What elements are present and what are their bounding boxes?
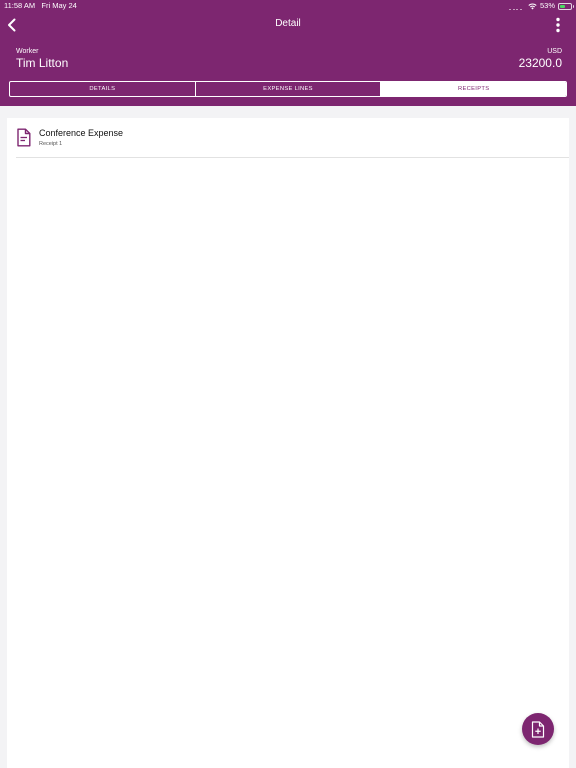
worker-name: Tim Litton bbox=[16, 56, 69, 70]
status-bar: 11:58 AM Fri May 24 53% bbox=[0, 0, 576, 12]
status-date-text: Fri May 24 bbox=[41, 1, 77, 10]
document-icon bbox=[17, 128, 31, 147]
segmented-tabs: DETAILS EXPENSE LINES RECEIPTS bbox=[9, 81, 567, 97]
signal-dots-icon bbox=[509, 2, 522, 10]
wifi-icon bbox=[528, 3, 537, 9]
total-amount: 23200.0 bbox=[518, 56, 562, 70]
tab-details[interactable]: DETAILS bbox=[10, 82, 195, 96]
receipt-title: Conference Expense bbox=[39, 128, 124, 138]
status-time: 11:58 AM Fri May 24 bbox=[4, 0, 77, 12]
battery-icon bbox=[558, 2, 574, 10]
status-indicators: 53% bbox=[509, 0, 574, 12]
battery-level bbox=[560, 4, 566, 8]
battery-percent: 53% bbox=[539, 1, 555, 10]
status-time-text: 11:58 AM bbox=[4, 1, 36, 10]
tab-expense-lines[interactable]: EXPENSE LINES bbox=[194, 82, 381, 96]
add-receipt-button[interactable] bbox=[522, 713, 554, 745]
receipt-subtitle: Receipt 1 bbox=[39, 141, 63, 147]
tab-receipts[interactable]: RECEIPTS bbox=[380, 82, 566, 96]
worker-label: Worker bbox=[16, 48, 39, 55]
add-document-icon bbox=[531, 720, 545, 738]
app-header: 11:58 AM Fri May 24 53% Detail Worker Ti… bbox=[0, 0, 576, 106]
currency-label: USD bbox=[547, 48, 562, 55]
list-item[interactable]: Conference Expense Receipt 1 bbox=[7, 118, 569, 158]
receipts-list: Conference Expense Receipt 1 bbox=[7, 118, 569, 768]
page-title: Detail bbox=[275, 18, 301, 29]
more-options-button[interactable] bbox=[554, 17, 562, 33]
divider bbox=[16, 157, 569, 158]
